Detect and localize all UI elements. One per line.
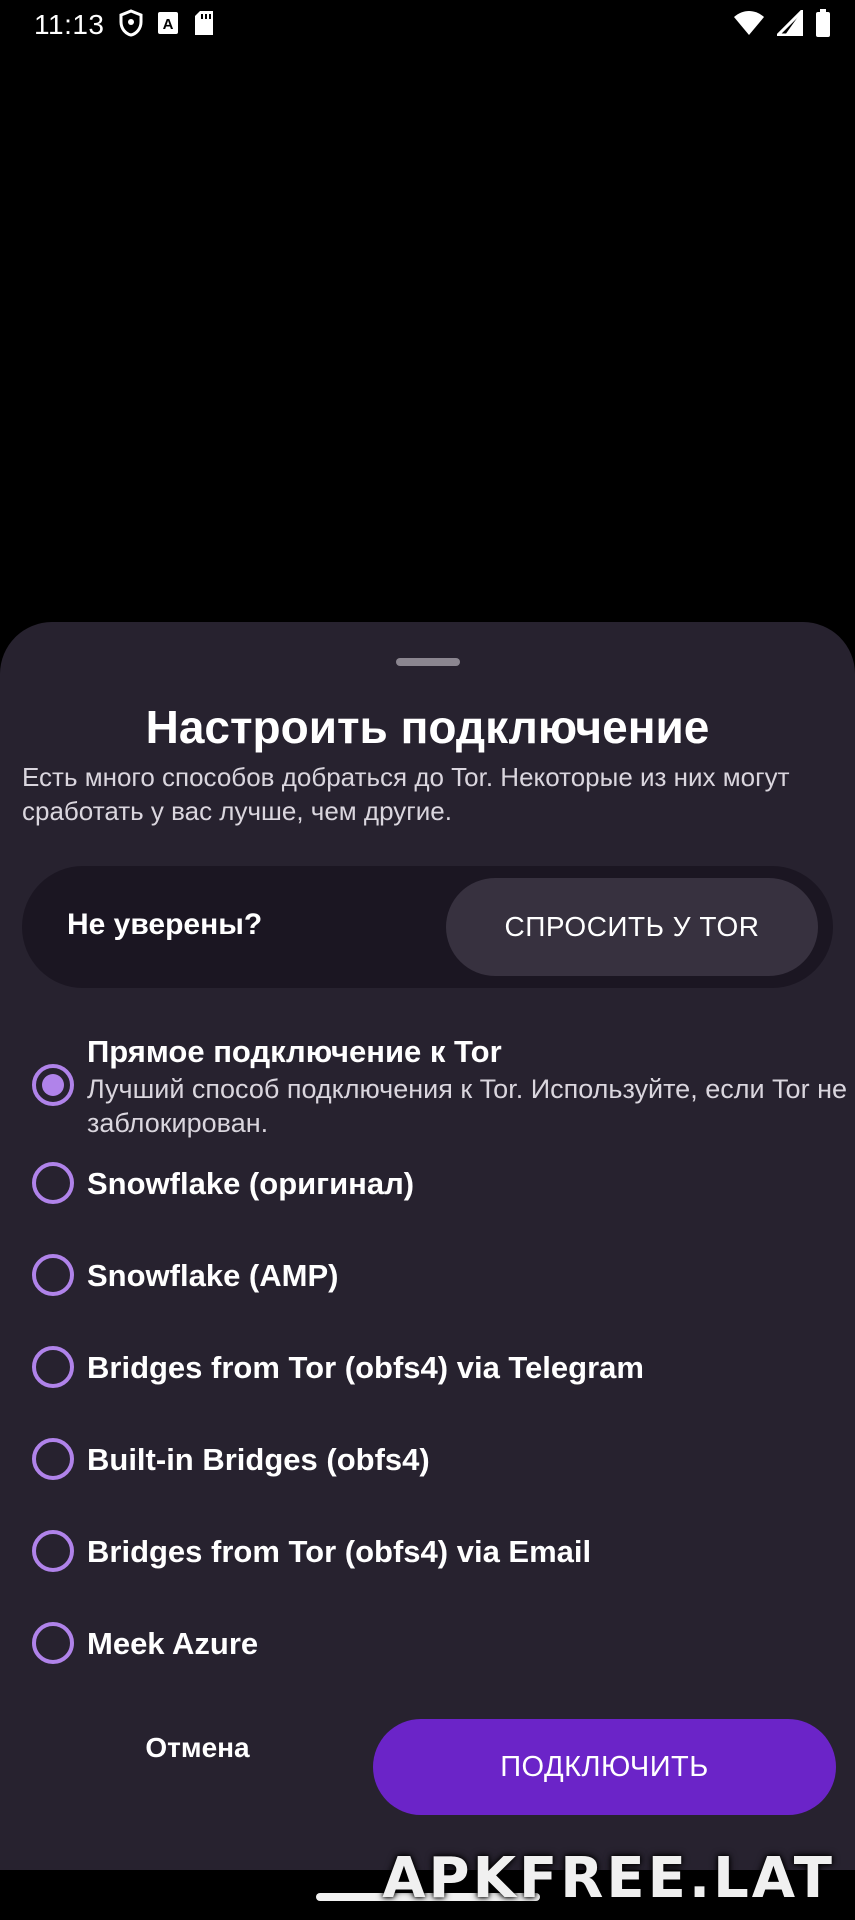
screen: 11:13 A Настроить подключение Есть много…: [0, 0, 855, 1920]
option-bridges-telegram[interactable]: Bridges from Tor (obfs4) via Telegram: [0, 1346, 855, 1416]
sheet-title: Настроить подключение: [145, 701, 710, 753]
radio-button[interactable]: [32, 1438, 74, 1480]
shield-icon: [119, 8, 143, 42]
option-built-in-bridges[interactable]: Built-in Bridges (obfs4): [0, 1438, 855, 1508]
option-title: Built-in Bridges (obfs4): [87, 1442, 430, 1477]
connection-bottom-sheet: Настроить подключение Есть много способо…: [0, 622, 855, 1870]
option-description: Лучший способ подключения к Tor. Использ…: [87, 1074, 847, 1138]
status-right: [733, 8, 831, 42]
signal-icon: [776, 9, 804, 41]
radio-button-checked[interactable]: [32, 1064, 74, 1106]
option-title: Snowflake (оригинал): [87, 1166, 415, 1201]
radio-button[interactable]: [32, 1530, 74, 1572]
option-title: Bridges from Tor (obfs4) via Telegram: [87, 1350, 644, 1385]
watermark: APKFREE.LAT: [382, 1846, 835, 1911]
option-meek-azure[interactable]: Meek Azure: [0, 1622, 855, 1692]
status-bar: 11:13 A: [0, 0, 855, 50]
option-title: Bridges from Tor (obfs4) via Email: [87, 1534, 592, 1569]
status-time: 11:13: [34, 9, 105, 40]
option-snowflake-original[interactable]: Snowflake (оригинал): [0, 1162, 855, 1232]
font-a-icon: A: [157, 11, 179, 40]
radio-button[interactable]: [32, 1346, 74, 1388]
radio-button[interactable]: [32, 1162, 74, 1204]
option-title: Прямое подключение к Tor: [87, 1034, 502, 1069]
ask-tor-label: Не уверены?: [67, 908, 263, 941]
option-direct-connection[interactable]: Прямое подключение к Tor Лучший способ п…: [0, 1022, 855, 1142]
radio-button[interactable]: [32, 1622, 74, 1664]
ask-tor-button[interactable]: СПРОСИТЬ У TOR: [446, 878, 818, 976]
cancel-button[interactable]: Отмена: [100, 1718, 295, 1778]
option-bridges-email[interactable]: Bridges from Tor (obfs4) via Email: [0, 1530, 855, 1600]
svg-text:A: A: [162, 16, 173, 33]
option-snowflake-amp[interactable]: Snowflake (AMP): [0, 1254, 855, 1324]
drag-handle[interactable]: [396, 658, 460, 666]
connect-button[interactable]: ПОДКЛЮЧИТЬ: [373, 1719, 836, 1815]
option-title: Snowflake (AMP): [87, 1258, 339, 1293]
status-left: 11:13 A: [34, 8, 215, 42]
sheet-description: Есть много способов добраться до Tor. Не…: [22, 762, 790, 826]
radio-button[interactable]: [32, 1254, 74, 1296]
sd-card-icon: [193, 10, 215, 41]
option-title: Meek Azure: [87, 1626, 259, 1661]
wifi-icon: [733, 10, 765, 41]
battery-icon: [815, 8, 831, 42]
ask-tor-card: Не уверены? СПРОСИТЬ У TOR: [22, 866, 833, 988]
